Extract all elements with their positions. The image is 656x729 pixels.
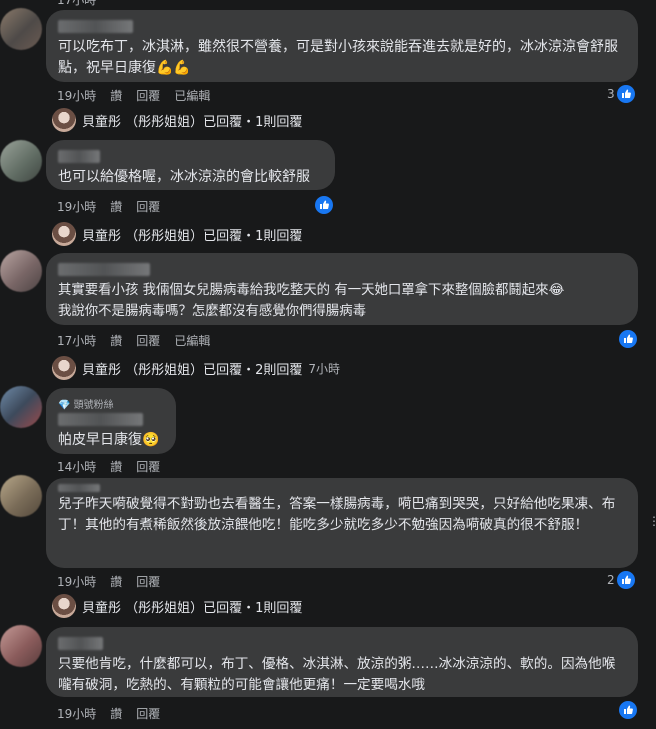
reply-time: 7小時 xyxy=(308,361,341,376)
commenter-name-blurred[interactable] xyxy=(58,150,100,163)
comment-actions: 19小時 讚 回覆 xyxy=(57,705,174,722)
reaction-count[interactable] xyxy=(617,701,637,719)
like-link[interactable]: 讚 xyxy=(110,332,122,349)
comment-time[interactable]: 17小時 xyxy=(57,332,96,349)
reaction-count[interactable] xyxy=(313,196,333,214)
thumbs-up-icon xyxy=(315,196,333,214)
comment-actions: 14小時 讚 回覆 xyxy=(57,458,174,475)
commenter-name-blurred[interactable] xyxy=(58,413,143,426)
edited-label: 已編輯 xyxy=(174,334,211,348)
reply-link[interactable]: 回覆 xyxy=(136,458,160,475)
comment-bubble: 💎 頭號粉絲 帕皮早日康復🥺 xyxy=(46,388,176,454)
avatar[interactable] xyxy=(0,8,42,50)
comment-actions: 19小時 讚 回覆 xyxy=(57,573,174,590)
reply-summary-text: 貝童彤 （彤彤姐姐）已回覆・1則回覆 xyxy=(82,228,303,244)
commenter-name-blurred[interactable] xyxy=(58,20,133,33)
replies-summary[interactable]: 貝童彤 （彤彤姐姐）已回覆・1則回覆 xyxy=(52,594,302,618)
avatar xyxy=(52,222,76,246)
commenter-name-blurred[interactable] xyxy=(58,637,103,650)
avatar[interactable] xyxy=(0,625,42,667)
reply-summary-text: 貝童彤 （彤彤姐姐）已回覆・1則回覆 xyxy=(82,114,303,130)
reaction-count[interactable]: 3 xyxy=(607,85,635,103)
replies-summary[interactable]: 貝童彤 （彤彤姐姐）已回覆・1則回覆 xyxy=(52,108,302,132)
comment-bubble: 兒子昨天嗬破覺得不對勁也去看醫生，答案一樣腸病毒，嗬巴痛到哭哭，只好給他吃果凍、… xyxy=(46,478,638,568)
reply-summary-text: 貝童彤 （彤彤姐姐）已回覆・2則回覆 xyxy=(82,362,303,378)
thumbs-up-icon xyxy=(616,571,635,589)
comment-time[interactable]: 14小時 xyxy=(57,458,96,475)
reply-link[interactable]: 回覆 xyxy=(136,87,160,104)
comment-bubble: 可以吃布丁，冰淇淋，雖然很不營養，可是對小孩來說能吞進去就是好的，冰冰涼涼會舒服… xyxy=(46,10,638,82)
avatar xyxy=(52,594,76,618)
comment-bubble: 也可以給優格喔，冰冰涼涼的會比較舒服 xyxy=(46,140,335,190)
thumbs-up-icon xyxy=(619,701,637,719)
reaction-number: 3 xyxy=(607,87,615,101)
comment-actions: 19小時 讚 回覆 xyxy=(57,198,174,215)
like-link[interactable]: 讚 xyxy=(110,705,122,722)
like-link[interactable]: 讚 xyxy=(110,87,122,104)
comment-text: 帕皮早日康復🥺 xyxy=(58,432,160,448)
avatar[interactable] xyxy=(0,386,42,428)
comment-actions: 17小時 讚 回覆 已編輯 xyxy=(57,332,224,349)
commenter-name-blurred[interactable] xyxy=(58,263,150,276)
reaction-number: 2 xyxy=(607,573,615,587)
like-link[interactable]: 讚 xyxy=(110,573,122,590)
top-fan-badge: 💎 頭號粉絲 xyxy=(58,396,164,411)
comment-text: 可以吃布丁，冰淇淋，雖然很不營養，可是對小孩來說能吞進去就是好的，冰冰涼涼會舒服… xyxy=(58,39,618,76)
edited-label: 已編輯 xyxy=(174,89,211,103)
reaction-count[interactable]: 2 xyxy=(607,571,635,589)
reply-link[interactable]: 回覆 xyxy=(136,332,160,349)
replies-summary[interactable]: 貝童彤 （彤彤姐姐）已回覆・1則回覆 xyxy=(52,222,302,246)
comment-time[interactable]: 19小時 xyxy=(57,198,96,215)
avatar xyxy=(52,108,76,132)
replies-summary[interactable]: 貝童彤 （彤彤姐姐）已回覆・2則回覆 7小時 xyxy=(52,356,340,380)
like-link[interactable]: 讚 xyxy=(110,458,122,475)
thumbs-up-icon xyxy=(619,330,637,348)
comment-bubble: 只要他肯吃，什麼都可以，布丁、優格、冰淇淋、放涼的粥……冰冰涼涼的、軟的。因為他… xyxy=(46,627,638,697)
comment-text: 只要他肯吃，什麼都可以，布丁、優格、冰淇淋、放涼的粥……冰冰涼涼的、軟的。因為他… xyxy=(58,656,616,693)
thumbs-up-icon xyxy=(616,85,635,103)
reply-summary-text: 貝童彤 （彤彤姐姐）已回覆・1則回覆 xyxy=(82,600,303,616)
commenter-name-blurred[interactable] xyxy=(58,484,100,492)
reaction-count[interactable] xyxy=(617,330,637,348)
avatar[interactable] xyxy=(0,140,42,182)
clipped-timestamp: 17小時 xyxy=(57,0,97,7)
comment-time[interactable]: 19小時 xyxy=(57,573,96,590)
avatar xyxy=(52,356,76,380)
comment-bubble: 其實要看小孩 我倆個女兒腸病毒給我吃整天的 有一天她口罩拿下來整個臉都鬪起來😂 … xyxy=(46,253,638,325)
comment-actions: 19小時 讚 回覆 已編輯 xyxy=(57,87,224,104)
reply-link[interactable]: 回覆 xyxy=(136,573,160,590)
comment-time[interactable]: 19小時 xyxy=(57,87,96,104)
comment-text: 兒子昨天嗬破覺得不對勁也去看醫生，答案一樣腸病毒，嗬巴痛到哭哭，只好給他吃果凍、… xyxy=(58,496,616,533)
avatar[interactable] xyxy=(0,250,42,292)
avatar[interactable] xyxy=(0,475,42,517)
comment-text: 也可以給優格喔，冰冰涼涼的會比較舒服 xyxy=(58,169,310,185)
badge-label: 頭號粉絲 xyxy=(73,400,114,411)
diamond-icon: 💎 xyxy=(58,400,71,411)
reply-link[interactable]: 回覆 xyxy=(136,705,160,722)
more-options-icon[interactable]: ⋮ xyxy=(648,514,656,528)
reply-link[interactable]: 回覆 xyxy=(136,198,160,215)
comment-time[interactable]: 19小時 xyxy=(57,705,96,722)
comment-text: 其實要看小孩 我倆個女兒腸病毒給我吃整天的 有一天她口罩拿下來整個臉都鬪起來😂 … xyxy=(58,283,565,319)
like-link[interactable]: 讚 xyxy=(110,198,122,215)
